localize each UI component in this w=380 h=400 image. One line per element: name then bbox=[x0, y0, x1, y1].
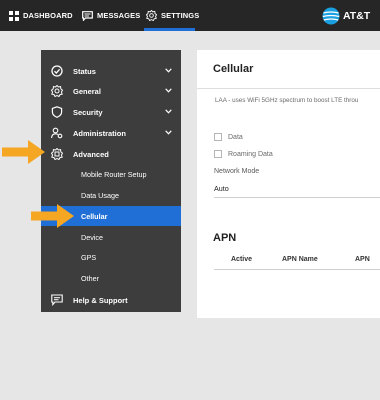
shield-icon bbox=[51, 106, 63, 118]
att-logo[interactable]: AT&T bbox=[322, 6, 370, 26]
apn-table-header: Active APN Name APN bbox=[214, 253, 380, 270]
sidebar-subitem-device[interactable]: Device bbox=[41, 227, 181, 247]
brand-name: AT&T bbox=[343, 10, 371, 22]
network-mode-select[interactable]: Auto bbox=[214, 179, 380, 198]
nav-messages-label: MESSAGES bbox=[97, 11, 141, 20]
gear-icon bbox=[51, 85, 63, 97]
check-circle-icon bbox=[51, 65, 63, 77]
network-mode-value: Auto bbox=[214, 184, 229, 193]
nav-dashboard-label: DASHBOARD bbox=[23, 11, 73, 20]
checkbox-box[interactable] bbox=[214, 150, 222, 158]
sidebar-item-label: Status bbox=[73, 67, 96, 76]
apn-section-title: APN bbox=[213, 232, 237, 244]
cellular-settings-panel: Cellular LAA - uses WiFi 5GHz spectrum t… bbox=[197, 50, 380, 318]
sidebar-subitem-other[interactable]: Other bbox=[41, 268, 181, 288]
arrow-cellular-icon bbox=[31, 204, 74, 228]
sidebar-item-label: Security bbox=[73, 108, 103, 117]
sidebar-subitem-data-usage[interactable]: Data Usage bbox=[41, 185, 181, 205]
sidebar-item-status[interactable]: Status bbox=[41, 61, 181, 81]
nav-settings-label: SETTINGS bbox=[161, 11, 200, 20]
message-icon bbox=[82, 10, 93, 21]
chevron-down-icon bbox=[165, 68, 172, 73]
top-nav-bar: DASHBOARD MESSAGES SETTINGS AT&T bbox=[0, 0, 380, 31]
sidebar-item-label: Administration bbox=[73, 129, 126, 138]
roaming-data-checkbox-label: Roaming Data bbox=[228, 150, 273, 158]
chat-icon bbox=[51, 294, 63, 306]
title-divider bbox=[197, 88, 380, 89]
advanced-settings-icon bbox=[51, 148, 63, 160]
gear-icon bbox=[146, 10, 157, 21]
sidebar-item-general[interactable]: General bbox=[41, 81, 181, 101]
roaming-data-checkbox[interactable]: Roaming Data bbox=[214, 150, 273, 158]
sidebar-item-label: General bbox=[73, 87, 101, 96]
chevron-down-icon bbox=[165, 109, 172, 114]
sidebar-subitem-gps[interactable]: GPS bbox=[41, 247, 181, 267]
sidebar-item-help-support[interactable]: Help & Support bbox=[41, 290, 181, 310]
data-checkbox-label: Data bbox=[228, 133, 243, 141]
chevron-down-icon bbox=[165, 88, 172, 93]
page-title: Cellular bbox=[213, 63, 254, 75]
laa-description: LAA - uses WiFi 5GHz spectrum to boost L… bbox=[215, 97, 359, 104]
sidebar-item-label: Advanced bbox=[73, 150, 109, 159]
apn-column-header: APN bbox=[355, 256, 370, 263]
sidebar-subitem-label: Cellular bbox=[81, 212, 108, 221]
sidebar-item-security[interactable]: Security bbox=[41, 102, 181, 122]
network-mode-label: Network Mode bbox=[214, 168, 260, 175]
user-gear-icon bbox=[51, 127, 63, 139]
sidebar-subitem-label: GPS bbox=[81, 253, 97, 262]
chevron-down-icon bbox=[165, 130, 172, 135]
arrow-advanced-icon bbox=[2, 140, 45, 164]
sidebar-item-label: Help & Support bbox=[73, 296, 128, 305]
apn-column-header: Active bbox=[231, 256, 253, 263]
sidebar-subitem-label: Other bbox=[81, 274, 99, 283]
dashboard-icon bbox=[9, 10, 19, 21]
globe-icon bbox=[322, 7, 340, 25]
sidebar-subitem-label: Mobile Router Setup bbox=[81, 170, 147, 179]
settings-sidebar: Status General Security Administration A… bbox=[41, 50, 181, 312]
sidebar-subitem-label: Data Usage bbox=[81, 191, 119, 200]
checkbox-box[interactable] bbox=[214, 133, 222, 141]
sidebar-item-advanced[interactable]: Advanced bbox=[41, 144, 181, 164]
sidebar-subitem-label: Device bbox=[81, 233, 103, 242]
nav-dashboard[interactable]: DASHBOARD bbox=[9, 0, 73, 31]
data-checkbox[interactable]: Data bbox=[214, 133, 243, 141]
nav-settings[interactable]: SETTINGS bbox=[146, 0, 199, 31]
active-tab-indicator bbox=[144, 28, 195, 31]
sidebar-item-administration[interactable]: Administration bbox=[41, 123, 181, 143]
apn-column-header: APN Name bbox=[282, 256, 318, 263]
sidebar-subitem-mobile-router-setup[interactable]: Mobile Router Setup bbox=[41, 164, 181, 184]
nav-messages[interactable]: MESSAGES bbox=[82, 0, 140, 31]
